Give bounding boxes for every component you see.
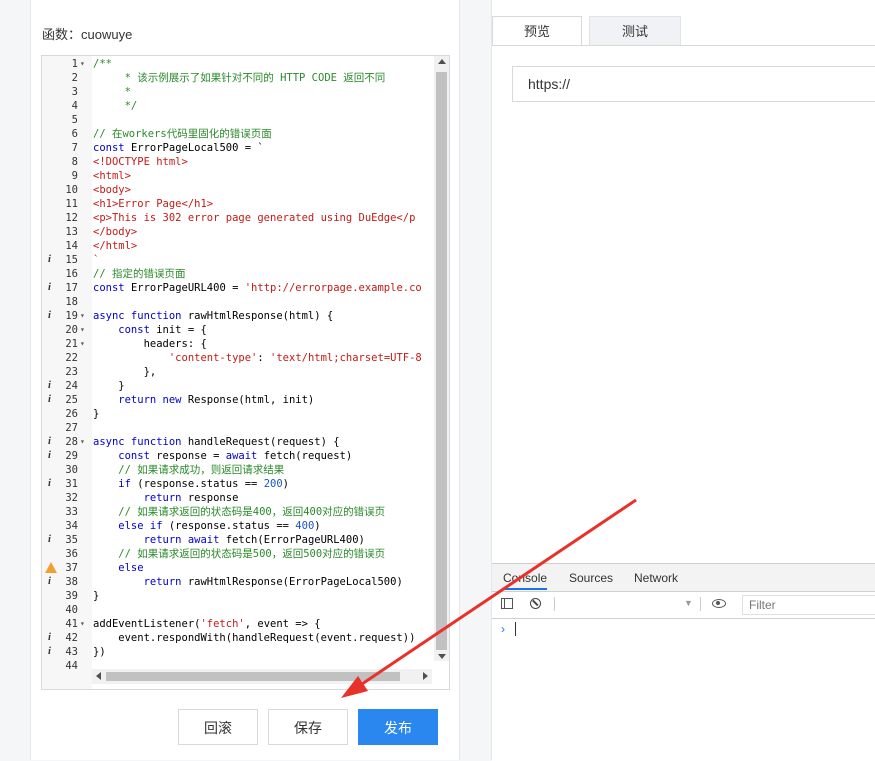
annotation-arrow-line [352,498,637,692]
annotation-arrow [341,498,637,698]
annotation-arrow-head [341,676,368,698]
